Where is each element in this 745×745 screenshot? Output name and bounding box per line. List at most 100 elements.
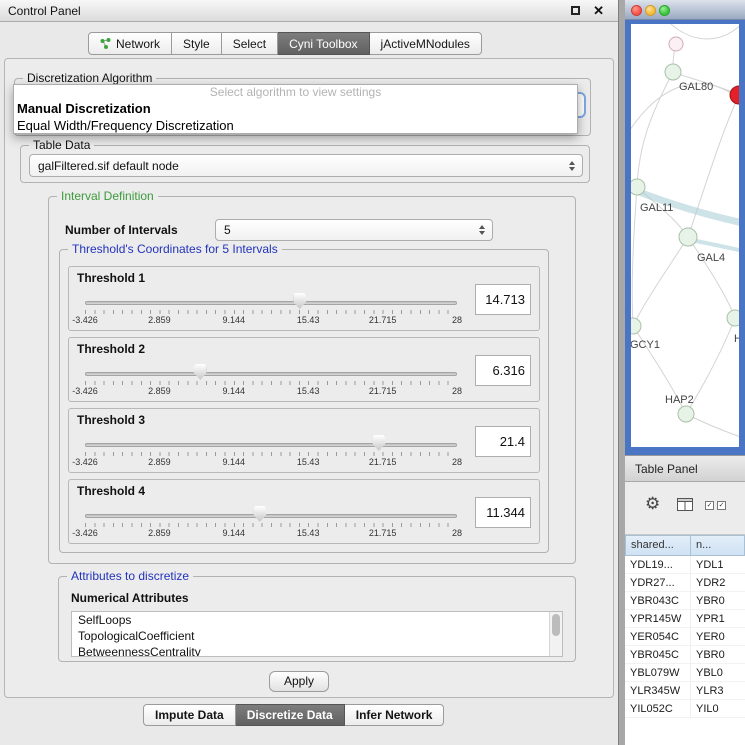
restore-icon[interactable]	[571, 6, 580, 15]
select-columns-icon[interactable]: ✓ ✓	[705, 501, 726, 510]
network-node-hap2[interactable]	[678, 406, 694, 422]
threshold-2-value-field[interactable]: 6.316	[475, 355, 531, 386]
number-of-intervals-combobox[interactable]: 5	[215, 219, 493, 241]
column-header-shared[interactable]: shared...	[625, 535, 691, 556]
threshold-label: Threshold 2	[77, 342, 145, 356]
table-row[interactable]: YLR345WYLR3	[625, 682, 745, 700]
threshold-3-value-field[interactable]: 21.4	[475, 426, 531, 457]
table-cell: YIL052C	[625, 700, 691, 717]
tab-jactivemnodules[interactable]: jActiveMNodules	[370, 32, 482, 55]
group-title: Attributes to discretize	[67, 569, 193, 583]
bottom-tab-bar: Impute Data Discretize Data Infer Networ…	[143, 704, 444, 726]
network-canvas[interactable]: GAL80 GAL11 GAL4 GCY1 HAP2 H	[631, 24, 739, 447]
interval-definition-group: Interval Definition Number of Intervals …	[48, 196, 576, 564]
table-header-row: shared... n...	[625, 535, 745, 556]
node-label: GAL80	[679, 81, 713, 93]
group-title: Table Data	[29, 138, 94, 152]
attribute-list-item[interactable]: TopologicalCoefficient	[72, 628, 562, 644]
tab-discretize-data[interactable]: Discretize Data	[236, 704, 345, 726]
table-row[interactable]: YPR145WYPR1	[625, 610, 745, 628]
table-toolbar: ⚙ ✓ ✓	[625, 482, 745, 535]
slider-track	[85, 443, 457, 447]
checkbox-icon: ✓	[705, 501, 714, 510]
tab-cyni-toolbox[interactable]: Cyni Toolbox	[278, 32, 369, 55]
numerical-attributes-label: Numerical Attributes	[71, 591, 189, 605]
threshold-4-slider[interactable]: -3.4262.8599.14415.4321.71528	[85, 506, 457, 542]
threshold-2-slider[interactable]: -3.4262.8599.14415.4321.71528	[85, 364, 457, 400]
threshold-3-slider[interactable]: -3.4262.8599.14415.4321.71528	[85, 435, 457, 471]
slider-ticks	[85, 452, 457, 456]
network-node-gal11[interactable]	[631, 179, 645, 195]
table-panel-header: Table Panel	[625, 455, 745, 482]
threshold-1-panel: Threshold 1 -3.4262.8599.14415.4321.7152…	[68, 266, 540, 331]
table-row[interactable]: YDR27...YDR2	[625, 574, 745, 592]
slider-thumb[interactable]	[293, 293, 306, 309]
threshold-1-value-field[interactable]: 14.713	[475, 284, 531, 315]
table-cell: YDL19...	[625, 556, 691, 573]
dropdown-placeholder: Select algorithm to view settings	[14, 85, 577, 100]
slider-ticks	[85, 381, 457, 385]
slider-thumb[interactable]	[253, 506, 266, 522]
network-node[interactable]	[727, 310, 739, 326]
network-node-gal80[interactable]	[665, 64, 681, 80]
table-row[interactable]: YIL052CYIL0	[625, 700, 745, 718]
network-node[interactable]	[669, 37, 683, 51]
control-panel-window: Control Panel ✕ Network Style Select Cyn…	[0, 0, 619, 745]
table-row[interactable]: YBL079WYBL0	[625, 664, 745, 682]
algorithm-dropdown-popup: Select algorithm to view settings Manual…	[13, 84, 578, 134]
table-cell: YLR3	[691, 682, 745, 699]
node-label: GCY1	[631, 339, 660, 351]
threshold-1-slider[interactable]: -3.4262.8599.14415.4321.71528	[85, 293, 457, 329]
table-cell: YDL1	[691, 556, 745, 573]
gear-icon[interactable]: ⚙	[645, 495, 660, 512]
slider-thumb[interactable]	[194, 364, 207, 380]
threshold-4-value-field[interactable]: 11.344	[475, 497, 531, 528]
list-scrollbar[interactable]	[549, 612, 562, 656]
combobox-value: 5	[216, 223, 231, 237]
slider-thumb[interactable]	[372, 435, 385, 451]
tab-select[interactable]: Select	[222, 32, 278, 55]
window-close-button[interactable]	[631, 5, 642, 16]
tab-infer-network[interactable]: Infer Network	[345, 704, 445, 726]
screen: Control Panel ✕ Network Style Select Cyn…	[0, 0, 745, 745]
window-zoom-button[interactable]	[659, 5, 670, 16]
dropdown-option-equal-width[interactable]: Equal Width/Frequency Discretization	[14, 117, 577, 134]
network-node-selected[interactable]	[730, 86, 739, 104]
table-body: YDL19...YDL1YDR27...YDR2YBR043CYBR0YPR14…	[625, 556, 745, 745]
dropdown-option-manual-discretization[interactable]: Manual Discretization	[14, 100, 577, 117]
apply-button[interactable]: Apply	[269, 671, 329, 692]
group-title: Discretization Algorithm	[23, 71, 156, 85]
attribute-list-item[interactable]: SelfLoops	[72, 612, 562, 628]
table-cell: YBR0	[691, 592, 745, 609]
numerical-attributes-list[interactable]: SelfLoopsTopologicalCoefficientBetweenne…	[71, 611, 563, 657]
window-minimize-button[interactable]	[645, 5, 656, 16]
node-label: GAL11	[640, 202, 673, 214]
threshold-2-panel: Threshold 2 -3.4262.8599.14415.4321.7152…	[68, 337, 540, 402]
scrollbar-thumb[interactable]	[552, 614, 560, 636]
table-cell: YLR345W	[625, 682, 691, 699]
table-row[interactable]: YBR043CYBR0	[625, 592, 745, 610]
table-row[interactable]: YBR045CYBR0	[625, 646, 745, 664]
table-row[interactable]: YER054CYER0	[625, 628, 745, 646]
table-cell: YPR145W	[625, 610, 691, 627]
table-data-combobox[interactable]: galFiltered.sif default node	[29, 154, 583, 177]
tab-label: jActiveMNodules	[381, 37, 470, 51]
threshold-label: Threshold 3	[77, 413, 145, 427]
number-of-intervals-label: Number of Intervals	[65, 223, 178, 237]
attribute-list-item[interactable]: BetweennessCentrality	[72, 644, 562, 657]
group-title: Interval Definition	[57, 189, 158, 203]
column-header-name[interactable]: n...	[691, 535, 745, 556]
network-view-titlebar	[625, 0, 745, 20]
threshold-3-panel: Threshold 3 -3.4262.8599.14415.4321.7152…	[68, 408, 540, 473]
close-icon[interactable]: ✕	[593, 3, 604, 19]
top-tab-bar: Network Style Select Cyni Toolbox jActiv…	[88, 32, 482, 55]
columns-icon[interactable]	[677, 498, 693, 511]
tab-network[interactable]: Network	[88, 32, 172, 55]
network-node-gcy1[interactable]	[631, 318, 641, 334]
slider-ticks	[85, 310, 457, 314]
tab-impute-data[interactable]: Impute Data	[143, 704, 236, 726]
tab-style[interactable]: Style	[172, 32, 222, 55]
table-row[interactable]: YDL19...YDL1	[625, 556, 745, 574]
network-node-gal4[interactable]	[679, 228, 697, 246]
network-view-window: GAL80 GAL11 GAL4 GCY1 HAP2 H	[625, 0, 745, 455]
